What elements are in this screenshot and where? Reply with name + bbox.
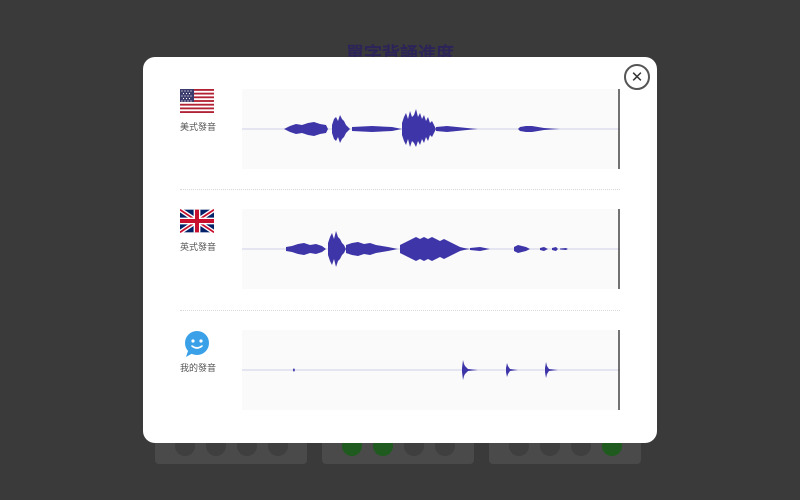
pronunciation-row-mine: 我的發音 [143,330,657,410]
my-pronunciation-label: 我的發音 [179,364,216,374]
uk-waveform[interactable] [242,209,620,289]
uk-flag-icon [178,207,216,237]
my-waveform[interactable] [242,330,620,410]
us-pronunciation-label: 美式發音 [179,123,216,133]
pronunciation-row-us: 美式發音 [143,89,657,169]
us-flag-icon [180,89,214,117]
row-divider [180,310,620,311]
pronunciation-row-uk: 英式發音 [143,207,657,289]
close-button[interactable]: ✕ [624,64,650,90]
row-divider [180,189,620,190]
us-waveform[interactable] [242,89,620,169]
close-icon: ✕ [630,67,644,86]
uk-pronunciation-label: 英式發音 [179,243,216,253]
smiley-chat-icon [180,330,214,358]
